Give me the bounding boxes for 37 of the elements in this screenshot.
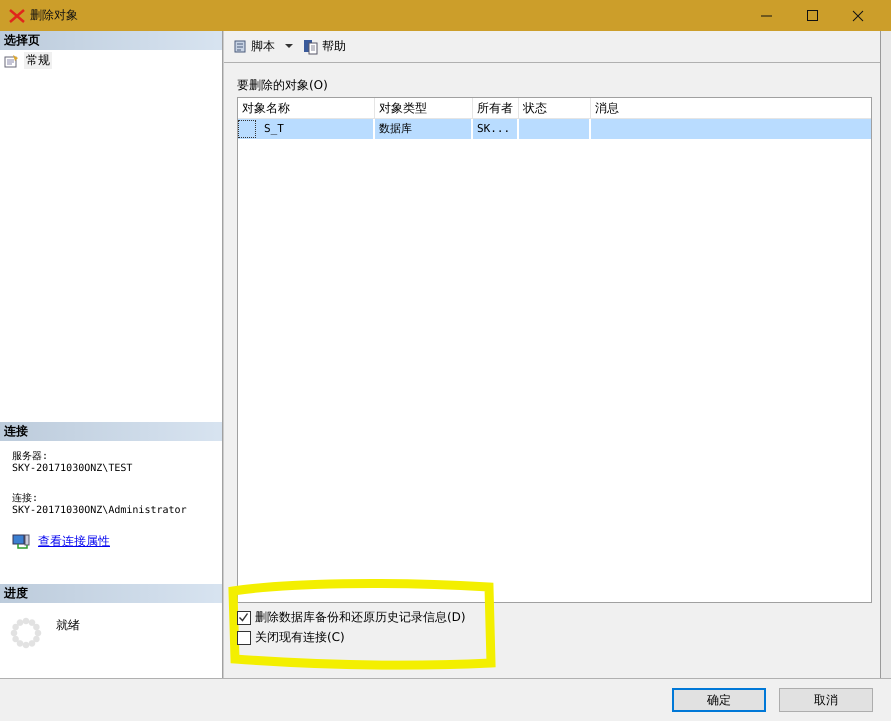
column-header[interactable]: 消息	[591, 98, 871, 118]
row-focus-icon	[238, 120, 256, 138]
column-header[interactable]: 状态	[519, 98, 591, 118]
table-cell-text: S_T	[264, 121, 284, 137]
window-title: 删除对象	[30, 7, 78, 24]
page-icon	[4, 54, 20, 68]
table-cell-text: 数据库	[379, 121, 412, 137]
connection-value: SKY-20171030ONZ\Administrator	[12, 505, 188, 517]
help-button[interactable]: 帮助	[301, 38, 348, 55]
column-header[interactable]: 所有者	[473, 98, 519, 118]
table-cell-text: SK...	[477, 121, 510, 137]
section-header: 选择页	[0, 31, 222, 50]
server-label: 服务器:	[12, 451, 50, 463]
computer-icon	[12, 534, 30, 550]
cross-icon	[8, 8, 26, 24]
script-button[interactable]: 脚本	[230, 38, 277, 55]
table-row[interactable]: S_T 数据库 SK...	[238, 119, 871, 139]
column-header[interactable]: 对象名称	[238, 98, 375, 118]
scroll-icon	[232, 38, 248, 54]
connection-label: 连接:	[12, 493, 40, 505]
checkbox[interactable]	[237, 630, 251, 644]
checkbox[interactable]	[237, 610, 251, 624]
column-header[interactable]: 对象类型	[375, 98, 473, 118]
dialog-button[interactable]: 取消	[779, 688, 873, 712]
section-header: 进度	[0, 584, 222, 603]
dialog-button[interactable]: 确定	[672, 688, 766, 712]
document-icon	[303, 38, 319, 54]
page-item[interactable]: 常规	[24, 52, 52, 69]
checkbox-label: 关闭现有连接(C)	[255, 629, 345, 646]
spinner-icon	[10, 617, 42, 649]
objects-label: 要删除的对象(O)	[237, 77, 329, 94]
section-header: 连接	[0, 422, 222, 441]
status-text: 就绪	[56, 617, 80, 634]
server-value: SKY-20171030ONZ\TEST	[12, 463, 134, 475]
checkbox-label: 删除数据库备份和还原历史记录信息(D)	[255, 609, 466, 626]
dropdown-arrow-icon[interactable]	[285, 44, 293, 49]
connection-properties-link[interactable]: 查看连接属性	[38, 533, 110, 550]
